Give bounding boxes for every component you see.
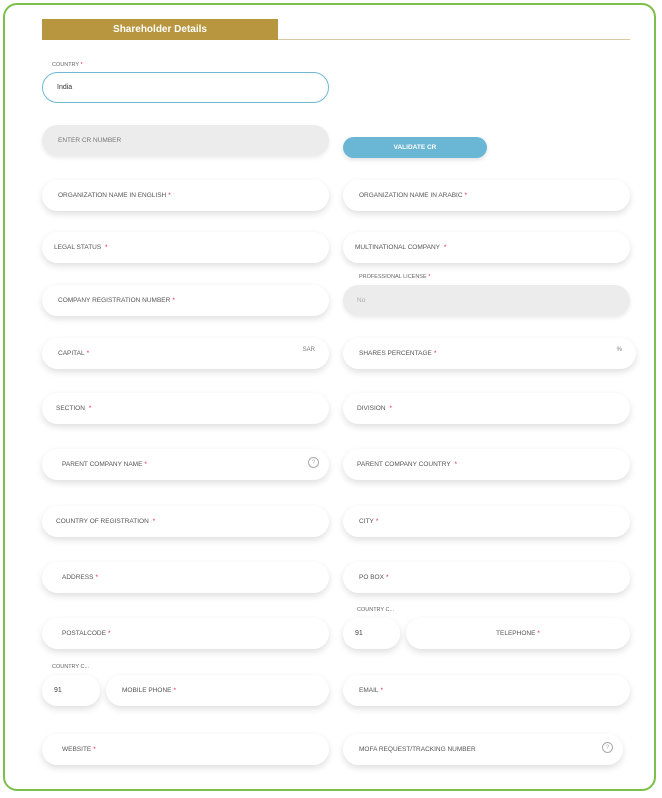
mobile-phone-field[interactable]: MOBILE PHONE * [106,675,329,706]
required-mark: * [464,192,468,199]
division-select[interactable]: DIVISION * [343,393,630,424]
required-mark: * [93,746,96,753]
country-select[interactable]: India [42,72,329,103]
country-value: India [57,84,73,91]
org-name-en-field[interactable]: ORGANIZATION NAME IN ENGLISH * [42,180,329,211]
po-box-field[interactable]: PO BOX * [343,562,630,593]
postal-code-field[interactable]: POSTALCODE * [42,618,329,649]
required-mark: * [380,687,384,694]
capital-field[interactable]: CAPITAL * SAR [42,338,329,369]
field-label: ADDRESS [62,574,94,581]
mofa-request-field[interactable]: MOFA REQUEST/TRACKING NUMBER? [343,734,623,765]
help-icon[interactable]: ? [308,457,319,468]
required-mark: * [86,350,90,357]
currency-suffix: SAR [302,347,315,353]
field-label: POSTALCODE [62,630,106,637]
tab-shareholder-details[interactable]: Shareholder Details [42,19,278,40]
field-label: ORGANIZATION NAME IN ENGLISH [58,192,167,199]
company-registration-number-field[interactable]: COMPANY REGISTRATION NUMBER * [42,285,329,316]
email-field[interactable]: EMAIL * [343,675,630,706]
required-mark: * [152,518,156,525]
field-label: SHARES PERCENTAGE [359,350,432,357]
required-mark: * [168,192,171,199]
field-label: WEBSITE [62,746,92,753]
section-select[interactable]: SECTION * [42,393,329,424]
help-icon[interactable]: ? [602,742,613,753]
field-label: TELEPHONE [496,630,536,637]
tab-underline [278,39,630,40]
country-of-registration-select[interactable]: COUNTRY OF REGISTRATION * [42,506,329,537]
mobile-country-code-label: COUNTRY C... [52,664,90,670]
cr-number-input[interactable]: ENTER CR NUMBER [42,125,329,156]
multinational-company-select[interactable]: MULTINATIONAL COMPANY * [343,232,630,263]
percent-suffix: % [616,347,622,353]
field-label: EMAIL [359,687,379,694]
parent-company-name-field[interactable]: PARENT COMPANY NAME *? [42,449,329,480]
field-label: CITY [359,518,374,525]
required-mark: * [144,461,147,468]
field-label: PO BOX [359,574,384,581]
address-field[interactable]: ADDRESS * [42,562,329,593]
mobile-country-code-value: 91 [54,687,62,694]
field-label: MOFA REQUEST/TRACKING NUMBER [359,746,476,753]
required-mark: * [88,405,92,412]
website-field[interactable]: WEBSITE * [42,734,329,765]
professional-license-select: No [343,285,630,316]
required-mark: * [95,574,98,581]
required-mark: * [173,687,177,694]
parent-company-country-select[interactable]: PARENT COMPANY COUNTRY * [343,449,630,480]
required-mark: * [107,630,111,637]
professional-license-value: No [357,297,366,304]
required-mark: * [375,518,379,525]
field-label: COMPANY REGISTRATION NUMBER [58,297,171,304]
org-name-ar-field[interactable]: ORGANIZATION NAME IN ARABIC * [343,180,630,211]
cr-number-placeholder: ENTER CR NUMBER [58,137,122,144]
shares-percentage-field[interactable]: SHARES PERCENTAGE *% [343,338,636,369]
required-mark: * [105,244,108,251]
field-label: MULTINATIONAL COMPANY [355,244,440,251]
telephone-country-code-label: COUNTRY C... [357,607,395,613]
field-label: ORGANIZATION NAME IN ARABIC [359,192,463,199]
required-mark: * [389,405,392,412]
city-field[interactable]: CITY * [343,506,630,537]
field-label: MOBILE PHONE [122,687,172,694]
required-mark: * [443,244,447,251]
required-mark: * [385,574,389,581]
telephone-country-code-select[interactable]: 91 [343,618,400,649]
country-label: COUNTRY * [52,62,83,68]
validate-cr-button[interactable]: VALIDATE CR [343,137,487,158]
field-label: PARENT COMPANY COUNTRY [357,461,451,468]
required-mark: * [537,630,540,637]
legal-status-select[interactable]: LEGAL STATUS * [42,232,329,263]
required-mark: * [433,350,437,357]
field-label: DIVISION [357,405,386,412]
telephone-field[interactable]: TELEPHONE * [406,618,630,649]
required-mark: * [172,297,175,304]
field-label: CAPITAL [58,350,85,357]
field-label: COUNTRY OF REGISTRATION [56,518,149,525]
mobile-country-code-select[interactable]: 91 [42,675,100,706]
field-label: PARENT COMPANY NAME [62,461,143,468]
required-mark: * [454,461,458,468]
telephone-country-code-value: 91 [355,630,363,637]
field-label: LEGAL STATUS [54,244,102,251]
field-label: SECTION [56,405,85,412]
professional-license-label: PROFESSIONAL LICENSE * [359,274,431,280]
